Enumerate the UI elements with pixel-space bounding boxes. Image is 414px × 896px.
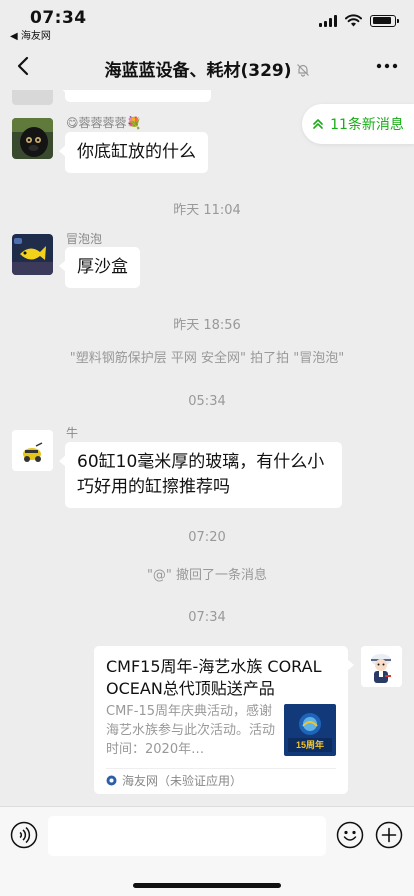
home-indicator: [133, 883, 281, 888]
partial-message-bubble[interactable]: [59, 90, 211, 102]
chat-header: 海蓝蓝设备、耗材(329): [0, 44, 414, 90]
more-options-icon[interactable]: [376, 56, 398, 76]
timestamp: 昨天 18:56: [173, 318, 241, 333]
recall-notification: "@" 撤回了一条消息: [146, 568, 268, 583]
timestamp: 07:34: [188, 610, 226, 625]
message-bubble[interactable]: 你底缸放的什么: [59, 132, 208, 173]
message-input[interactable]: [48, 816, 326, 856]
message-list[interactable]: 11条新消息 😋蓉蓉蓉蓉💐 你底缸放的什么 昨天 11:04 冒泡泡 厚沙盒 昨…: [0, 90, 414, 806]
emoji-icon[interactable]: [336, 821, 364, 849]
avatar[interactable]: [12, 90, 53, 105]
status-time: 07:34: [30, 8, 87, 28]
input-bar: [0, 806, 414, 896]
chat-title: 海蓝蓝设备、耗材(329): [0, 56, 414, 81]
new-messages-button[interactable]: 11条新消息: [302, 104, 414, 144]
back-to-app-link[interactable]: ◀ 海友网: [10, 27, 51, 42]
signal-icon: [319, 14, 337, 27]
message-bubble[interactable]: 厚沙盒: [59, 247, 140, 288]
status-icons: [319, 14, 399, 27]
avatar[interactable]: [12, 234, 53, 275]
chat-title-text: 海蓝蓝设备、耗材(329): [104, 61, 292, 81]
avatar[interactable]: [12, 118, 53, 159]
timestamp: 昨天 11:04: [173, 203, 241, 218]
my-avatar[interactable]: [361, 646, 402, 687]
mute-bell-icon: [296, 64, 309, 77]
plus-icon[interactable]: [375, 821, 403, 849]
double-chevron-up-icon: [313, 119, 323, 129]
voice-input-icon[interactable]: [10, 821, 38, 849]
link-card-thumbnail: 15周年: [284, 704, 336, 756]
timestamp: 07:20: [188, 530, 226, 545]
link-card[interactable]: CMF15周年-海艺水族 CORAL OCEAN总代顶贴送产品 CMF-15周年…: [94, 646, 354, 794]
wifi-icon: [345, 14, 362, 27]
link-card-source-label: 海友网（未验证应用）: [122, 774, 243, 788]
pat-notification: "塑料钢筋保护层 平网 安全网" 拍了拍 "冒泡泡": [69, 351, 345, 366]
link-card-source: 海友网（未验证应用）: [106, 768, 336, 789]
link-card-description: CMF-15周年庆典活动，感谢海艺水族参与此次活动。活动时间：2020年…: [106, 704, 276, 757]
new-messages-label: 11条新消息: [330, 117, 404, 133]
link-card-title: CMF15周年-海艺水族 CORAL OCEAN总代顶贴送产品: [106, 657, 322, 698]
sender-name: 冒泡泡: [66, 232, 103, 246]
sender-name: 😋蓉蓉蓉蓉💐: [66, 116, 142, 130]
status-bar: 07:34 ◀ 海友网: [0, 0, 414, 44]
timestamp: 05:34: [188, 394, 226, 409]
link-card-thumb-text: 15周年: [296, 739, 324, 750]
battery-icon: [370, 14, 399, 27]
message-bubble[interactable]: 60缸10毫米厚的玻璃，有什么小巧好用的缸擦推荐吗: [59, 442, 342, 508]
app-source-icon: [106, 775, 117, 786]
sender-name: 牛: [66, 426, 79, 440]
avatar[interactable]: [12, 430, 53, 471]
